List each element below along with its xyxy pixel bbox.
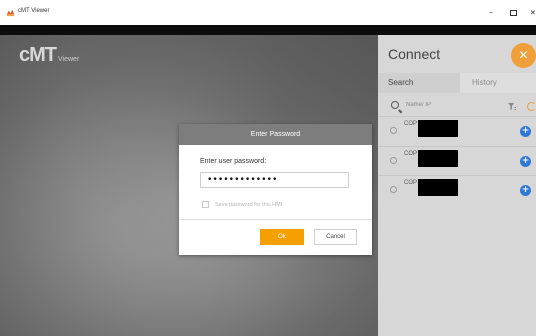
add-device-button[interactable]: + — [520, 185, 531, 196]
save-password-checkbox[interactable] — [202, 201, 209, 208]
tab-history[interactable]: History — [460, 73, 536, 93]
device-name: COP — [404, 180, 418, 186]
device-status-icon — [390, 127, 397, 134]
filter-icon[interactable] — [508, 103, 516, 110]
cmt-viewer-logo: cMT Viewer — [19, 44, 80, 66]
cancel-button[interactable]: Cancel — [314, 229, 357, 245]
device-item[interactable]: COP + — [378, 175, 536, 203]
redacted-block — [418, 120, 458, 137]
device-name: COP — [404, 151, 418, 157]
logo-text: cMT — [19, 44, 57, 66]
dialog-divider — [179, 219, 372, 220]
search-input[interactable] — [406, 98, 501, 112]
device-item[interactable]: COP + — [378, 146, 536, 174]
redacted-block — [418, 150, 458, 167]
cmt-viewer-window: cMT Viewer – ✕ cMT Viewer Connect ✕ Sear… — [0, 0, 536, 336]
redacted-block — [418, 179, 458, 196]
close-window-button[interactable]: ✕ — [530, 8, 536, 18]
refresh-icon[interactable] — [527, 102, 536, 111]
device-status-icon — [390, 186, 397, 193]
ok-button[interactable]: Ok — [260, 229, 304, 245]
save-password-label: Save password for this HMI — [215, 202, 283, 208]
maximize-button[interactable] — [510, 10, 517, 16]
add-device-button[interactable]: + — [520, 156, 531, 167]
password-input[interactable] — [200, 172, 349, 188]
device-name: COP — [404, 121, 418, 127]
connect-panel: Connect ✕ Search History COP + COP + — [378, 35, 536, 336]
password-dialog: Enter Password Enter user password: Save… — [179, 124, 372, 255]
window-title: cMT Viewer — [18, 8, 50, 14]
tab-search[interactable]: Search — [378, 73, 460, 93]
device-item[interactable]: COP + — [378, 116, 536, 144]
logo-subtext: Viewer — [58, 56, 80, 63]
password-prompt: Enter user password: — [200, 158, 267, 165]
cmt-app-icon — [6, 8, 15, 17]
dialog-title: Enter Password — [179, 124, 372, 145]
add-device-button[interactable]: + — [520, 126, 531, 137]
search-icon — [391, 101, 399, 109]
top-stripe — [0, 25, 536, 35]
minimize-button[interactable]: – — [489, 8, 493, 18]
device-status-icon — [390, 157, 397, 164]
search-row — [378, 96, 536, 116]
connect-title: Connect — [388, 46, 441, 62]
title-bar: cMT Viewer – ✕ — [0, 0, 536, 25]
close-panel-button[interactable]: ✕ — [511, 43, 536, 68]
